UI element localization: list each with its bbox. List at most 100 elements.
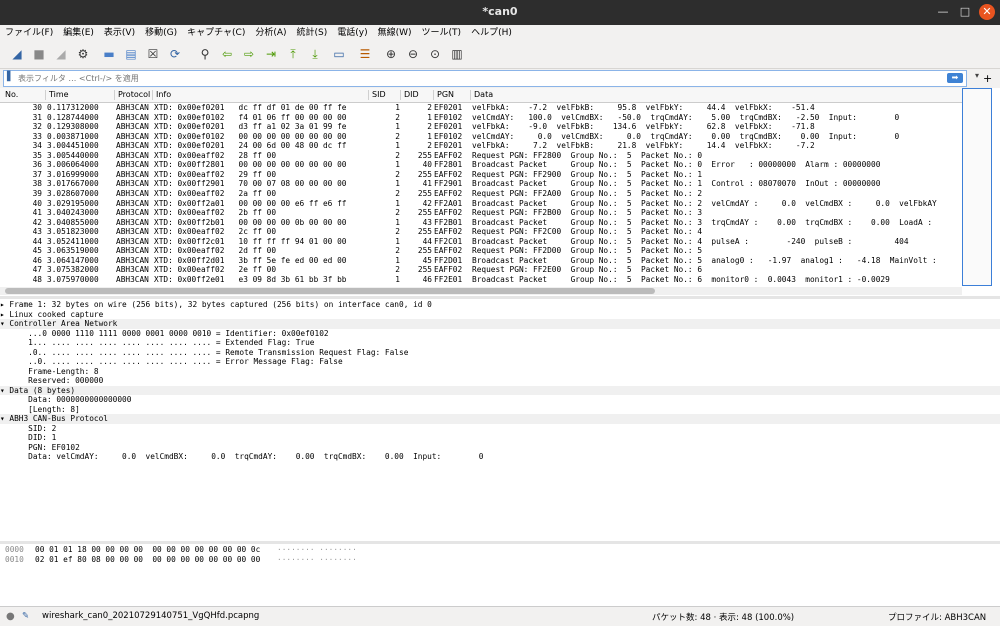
last-packet-icon[interactable]: ⤓ xyxy=(306,45,324,63)
column-header[interactable]: Time xyxy=(45,90,69,100)
packet-details-pane[interactable]: ▸ Frame 1: 32 bytes on wire (256 bits), … xyxy=(0,299,1000,541)
column-header[interactable]: Protocol xyxy=(114,90,150,100)
menu-item[interactable]: 編集(E) xyxy=(58,25,99,41)
stop-icon[interactable]: ■ xyxy=(30,45,48,63)
menu-item[interactable]: キャプチャ(C) xyxy=(182,25,250,41)
maximize-icon[interactable]: □ xyxy=(957,4,973,20)
display-filter-input[interactable] xyxy=(18,71,938,86)
menu-item[interactable]: 統計(S) xyxy=(292,25,333,41)
detail-tree-item[interactable]: .0.. .... .... .... .... .... .... .... … xyxy=(0,348,1000,358)
packet-row[interactable]: 41 3.040243000 ABH3CAN XTD: 0x00eaff02 2b f… xyxy=(0,208,960,218)
detail-tree-item[interactable]: ...0 0000 1110 1111 0000 0001 0000 0010 … xyxy=(0,329,1000,339)
column-header[interactable]: SID xyxy=(368,90,386,100)
packet-no-cell: 48 xyxy=(32,274,42,284)
goto-packet-icon[interactable]: ⇥ xyxy=(262,45,280,63)
minimize-icon[interactable]: — xyxy=(935,4,951,20)
close-file-icon[interactable]: ☒ xyxy=(144,45,162,63)
zoom-in-icon[interactable]: ⊕ xyxy=(382,45,400,63)
shark-fin-start-icon[interactable]: ◢ xyxy=(8,45,26,63)
reload-icon[interactable]: ⟳ xyxy=(166,45,184,63)
open-folder-icon[interactable]: ▬ xyxy=(100,45,118,63)
packet-row[interactable]: 33 0.003871000 ABH3CAN XTD: 0x00ef0102 00 0… xyxy=(0,132,960,142)
column-header[interactable]: Data xyxy=(470,90,493,100)
packet-sid-cell: 1 xyxy=(395,122,400,132)
bookmark-icon[interactable]: ▌ xyxy=(7,72,14,82)
add-filter-button-icon[interactable]: + xyxy=(983,72,992,85)
detail-tree-item[interactable]: Frame-Length: 8 xyxy=(0,367,1000,377)
packet-list-horizontal-scrollbar[interactable] xyxy=(0,287,962,295)
forward-arrow-icon[interactable]: ⇨ xyxy=(240,45,258,63)
options-gear-icon[interactable]: ⚙ xyxy=(74,45,92,63)
detail-tree-item[interactable]: Data: velCmdAY: 0.0 velCmdBX: 0.0 trqCmd… xyxy=(0,452,1000,462)
packet-protocol-cell: ABH3CAN xyxy=(116,208,149,218)
menu-item[interactable]: ヘルプ(H) xyxy=(466,25,517,41)
menu-item[interactable]: 無線(W) xyxy=(373,25,417,41)
packet-row[interactable]: 39 3.028607000 ABH3CAN XTD: 0x00eaff02 2a f… xyxy=(0,189,960,199)
packet-row[interactable]: 46 3.064147000 ABH3CAN XTD: 0x00ff2d01 3b f… xyxy=(0,256,960,266)
column-header[interactable]: No. xyxy=(2,90,18,100)
packet-info-cell: XTD: 0x00ff2d01 3b ff 5e fe ed 00 ed 00 xyxy=(154,255,347,265)
column-header[interactable]: Info xyxy=(152,90,171,100)
restart-icon[interactable]: ◢ xyxy=(52,45,70,63)
expert-info-circle-icon[interactable]: ● xyxy=(6,611,15,622)
detail-tree-item[interactable]: ▾ Controller Area Network xyxy=(0,319,1000,329)
packet-row[interactable]: 35 3.005440000 ABH3CAN XTD: 0x00eaff02 28 f… xyxy=(0,151,960,161)
packet-data-cell: Broadcast Packet Group No.: 5 Packet No.… xyxy=(472,179,881,189)
packet-time-cell: 0.128744000 xyxy=(47,112,99,122)
scrollbar-thumb[interactable] xyxy=(5,288,655,294)
close-window-icon[interactable]: ✕ xyxy=(979,4,995,20)
packet-row[interactable]: 31 0.128744000 ABH3CAN XTD: 0x00ef0102 f4 0… xyxy=(0,113,960,123)
detail-tree-item[interactable]: DID: 1 xyxy=(0,433,1000,443)
column-header[interactable]: PGN xyxy=(433,90,454,100)
detail-tree-item[interactable]: SID: 2 xyxy=(0,424,1000,434)
packet-row[interactable]: 43 3.051823000 ABH3CAN XTD: 0x00eaff02 2c f… xyxy=(0,227,960,237)
detail-tree-item[interactable]: Data: 0000000000000000 xyxy=(0,395,1000,405)
detail-tree-item[interactable]: 1... .... .... .... .... .... .... .... … xyxy=(0,338,1000,348)
packet-row[interactable]: 48 3.075970000 ABH3CAN XTD: 0x00ff2e01 e3 0… xyxy=(0,275,960,285)
column-header[interactable]: DID xyxy=(400,90,419,100)
colorize-icon[interactable]: ☰ xyxy=(356,45,374,63)
packet-row[interactable]: 40 3.029195000 ABH3CAN XTD: 0x00ff2a01 00 0… xyxy=(0,199,960,209)
resize-columns-icon[interactable]: ▥ xyxy=(448,45,466,63)
packet-row[interactable]: 47 3.075382000 ABH3CAN XTD: 0x00eaff02 2e f… xyxy=(0,265,960,275)
menu-item[interactable]: 移動(G) xyxy=(140,25,182,41)
packet-row[interactable]: 32 0.129308000 ABH3CAN XTD: 0x00ef0201 d3 f… xyxy=(0,122,960,132)
menu-item[interactable]: ファイル(F) xyxy=(0,25,58,41)
packet-data-cell: Request PGN: FF2E00 Group No.: 5 Packet … xyxy=(472,265,703,275)
packet-row[interactable]: 42 3.040855000 ABH3CAN XTD: 0x00ff2b01 00 0… xyxy=(0,218,960,228)
menu-item[interactable]: 表示(V) xyxy=(99,25,140,41)
detail-tree-item[interactable]: PGN: EF0102 xyxy=(0,443,1000,453)
zoom-out-icon[interactable]: ⊖ xyxy=(404,45,422,63)
packet-row[interactable]: 36 3.006064000 ABH3CAN XTD: 0x00ff2801 00 0… xyxy=(0,160,960,170)
apply-filter-icon[interactable]: ➡ xyxy=(947,73,963,83)
autoscroll-icon[interactable]: ▭ xyxy=(330,45,348,63)
menu-item[interactable]: ツール(T) xyxy=(417,25,467,41)
detail-tree-item[interactable]: ▸ Linux cooked capture xyxy=(0,310,1000,320)
first-packet-icon[interactable]: ⤒ xyxy=(284,45,302,63)
capture-comment-pencil-icon[interactable]: ✎ xyxy=(22,611,29,621)
zoom-normal-icon[interactable]: ⊙ xyxy=(426,45,444,63)
detail-tree-item[interactable]: ▾ Data (8 bytes) xyxy=(0,385,1000,395)
filter-history-chevron-down-icon[interactable]: ▾ xyxy=(975,71,979,80)
packet-no-cell: 36 xyxy=(32,160,42,170)
profile-label[interactable]: プロファイル: ABH3CAN xyxy=(888,611,986,623)
save-file-icon[interactable]: ▤ xyxy=(122,45,140,63)
packet-row[interactable]: 30 0.117312000 ABH3CAN XTD: 0x00ef0201 dc f… xyxy=(0,103,960,113)
packet-row[interactable]: 45 3.063519000 ABH3CAN XTD: 0x00eaff02 2d f… xyxy=(0,246,960,256)
packet-row[interactable]: 44 3.052411000 ABH3CAN XTD: 0x00ff2c01 10 f… xyxy=(0,237,960,247)
menu-item[interactable]: 分析(A) xyxy=(250,25,291,41)
back-arrow-icon[interactable]: ⇦ xyxy=(218,45,236,63)
detail-tree-item[interactable]: ▾ ABH3 CAN-Bus Protocol xyxy=(0,414,1000,424)
menu-item[interactable]: 電話(y) xyxy=(332,25,372,41)
detail-tree-item[interactable]: [Length: 8] xyxy=(0,405,1000,415)
find-icon[interactable]: ⚲ xyxy=(196,45,214,63)
packet-row[interactable]: 34 3.004451000 ABH3CAN XTD: 0x00ef0201 24 0… xyxy=(0,141,960,151)
packet-row[interactable]: 37 3.016999000 ABH3CAN XTD: 0x00eaff02 29 f… xyxy=(0,170,960,180)
detail-tree-item[interactable]: ..0. .... .... .... .... .... .... .... … xyxy=(0,357,1000,367)
packet-row[interactable]: 38 3.017667000 ABH3CAN XTD: 0x00ff2901 70 0… xyxy=(0,179,960,189)
detail-tree-item[interactable]: Reserved: 000000 xyxy=(0,376,1000,386)
packet-minimap[interactable] xyxy=(962,88,992,286)
packet-list[interactable]: No. Time Protocol Info SID DID PGN Data 30 0.117… xyxy=(0,88,1000,296)
detail-tree-item[interactable]: ▸ Frame 1: 32 bytes on wire (256 bits), … xyxy=(0,300,1000,310)
packet-bytes-pane[interactable]: 0000 00 01 01 18 00 00 00 00 00 00 00 00 … xyxy=(0,544,1000,606)
